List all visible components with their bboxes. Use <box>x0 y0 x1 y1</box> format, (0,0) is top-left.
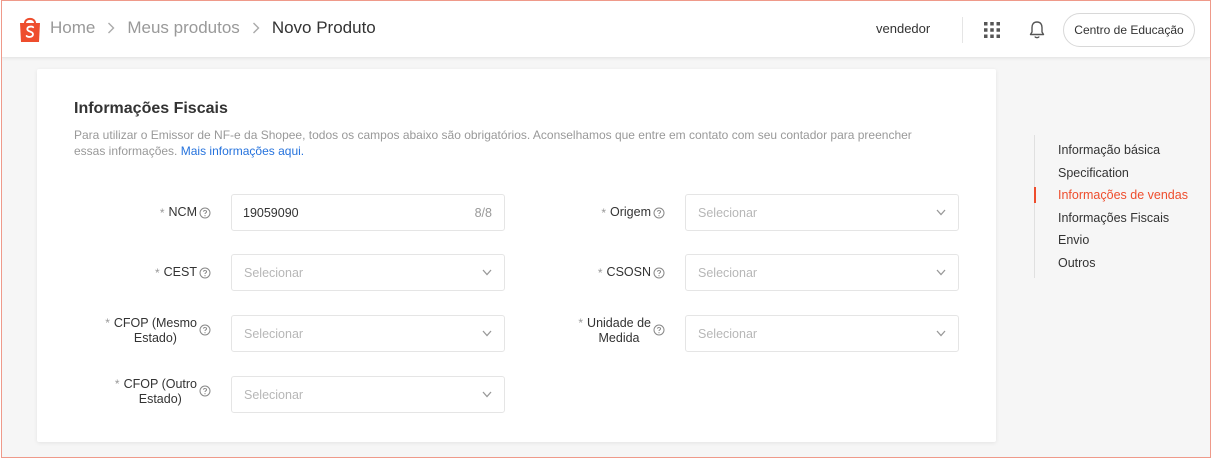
breadcrumb-home[interactable]: Home <box>50 18 95 38</box>
section-description: Para utilizar o Emissor de NF-e da Shope… <box>74 127 944 159</box>
label-line: Medida <box>598 331 640 345</box>
chevron-right-icon <box>252 22 260 34</box>
cfop-mesmo-placeholder: Selecionar <box>244 327 304 341</box>
cest-label-text: CEST <box>163 265 197 279</box>
required-mark: * <box>105 316 110 330</box>
chevron-down-icon <box>936 269 946 276</box>
required-mark: * <box>154 265 160 280</box>
csosn-placeholder: Selecionar <box>698 266 758 280</box>
help-circle-icon[interactable] <box>199 324 211 336</box>
anchor-outros[interactable]: Outros <box>1035 252 1205 275</box>
cfop-mesmo-label-text: CFOP (Mesmo Estado) <box>114 316 197 346</box>
unidade-placeholder: Selecionar <box>698 327 758 341</box>
required-mark: * <box>159 205 165 220</box>
section-title: Informações Fiscais <box>74 100 228 117</box>
required-mark: * <box>601 205 607 220</box>
fiscal-info-card: Informações Fiscais Para utilizar o Emis… <box>37 69 996 442</box>
cfop-outro-select[interactable]: Selecionar <box>231 376 505 413</box>
breadcrumb-meus-produtos[interactable]: Meus produtos <box>127 18 239 38</box>
cfop-outro-label: * CFOP (Outro Estado) <box>37 377 211 414</box>
help-circle-icon[interactable] <box>199 207 211 219</box>
breadcrumb-current-page: Novo Produto <box>271 18 376 37</box>
help-circle-icon[interactable] <box>653 207 665 219</box>
username-label[interactable]: vendedor <box>876 21 930 36</box>
ncm-label-text: NCM <box>168 205 197 219</box>
required-mark: * <box>578 316 584 330</box>
header-divider <box>962 17 963 43</box>
csosn-select[interactable]: Selecionar <box>685 254 959 291</box>
anchor-informacao-basica[interactable]: Informação básica <box>1035 139 1205 162</box>
cest-label: * CEST <box>37 254 211 291</box>
bell-icon[interactable] <box>1028 20 1046 40</box>
origem-label-text: Origem <box>610 205 651 219</box>
more-info-link[interactable]: Mais informações aqui. <box>181 144 304 158</box>
label-line: CFOP (Outro <box>123 377 197 391</box>
unidade-label-text: Unidade de Medida <box>587 316 651 346</box>
origem-label: * Origem <box>487 194 665 231</box>
required-mark: * <box>114 377 120 391</box>
label-line: CFOP (Mesmo <box>113 316 197 330</box>
unidade-select[interactable]: Selecionar <box>685 315 959 352</box>
anchor-envio[interactable]: Envio <box>1035 229 1205 252</box>
csosn-label-text: CSOSN <box>606 265 651 279</box>
anchor-informacoes-de-vendas[interactable]: Informações de vendas <box>1034 184 1205 207</box>
csosn-label: * CSOSN <box>487 254 665 291</box>
top-navbar: Home Meus produtos Novo Produto vendedor… <box>2 1 1210 58</box>
origem-placeholder: Selecionar <box>698 206 758 220</box>
ncm-input[interactable] <box>243 195 443 230</box>
cest-placeholder: Selecionar <box>244 266 304 280</box>
cfop-mesmo-label: * CFOP (Mesmo Estado) <box>37 316 211 353</box>
cfop-mesmo-select[interactable]: Selecionar <box>231 315 505 352</box>
cfop-outro-label-text: CFOP (Outro Estado) <box>124 377 197 407</box>
chevron-down-icon <box>936 330 946 337</box>
shopee-bag-icon[interactable] <box>18 14 42 44</box>
anchor-informacoes-fiscais[interactable]: Informações Fiscais <box>1035 207 1205 230</box>
ncm-label: * NCM <box>37 194 211 231</box>
chevron-right-icon <box>107 22 115 34</box>
label-line: Estado) <box>133 331 177 345</box>
breadcrumb: Home Meus produtos Novo Produto <box>50 18 376 38</box>
required-mark: * <box>597 265 603 280</box>
ncm-input-box[interactable]: 8/8 <box>231 194 505 231</box>
help-circle-icon[interactable] <box>653 324 665 336</box>
help-circle-icon[interactable] <box>199 267 211 279</box>
section-anchor-nav: Informação básica Specification Informaç… <box>1034 135 1205 278</box>
grid-apps-icon[interactable] <box>983 21 1001 39</box>
chevron-down-icon <box>936 209 946 216</box>
label-line: Unidade de <box>587 316 651 330</box>
unidade-label: * Unidade de Medida <box>487 316 665 353</box>
label-line: Estado) <box>138 392 182 406</box>
help-circle-icon[interactable] <box>199 385 211 397</box>
cfop-outro-placeholder: Selecionar <box>244 388 304 402</box>
origem-select[interactable]: Selecionar <box>685 194 959 231</box>
cest-select[interactable]: Selecionar <box>231 254 505 291</box>
app-window: Home Meus produtos Novo Produto vendedor… <box>1 0 1211 458</box>
chevron-down-icon <box>482 391 492 398</box>
help-circle-icon[interactable] <box>653 267 665 279</box>
education-center-button[interactable]: Centro de Educação <box>1063 13 1195 47</box>
anchor-specification[interactable]: Specification <box>1035 162 1205 185</box>
